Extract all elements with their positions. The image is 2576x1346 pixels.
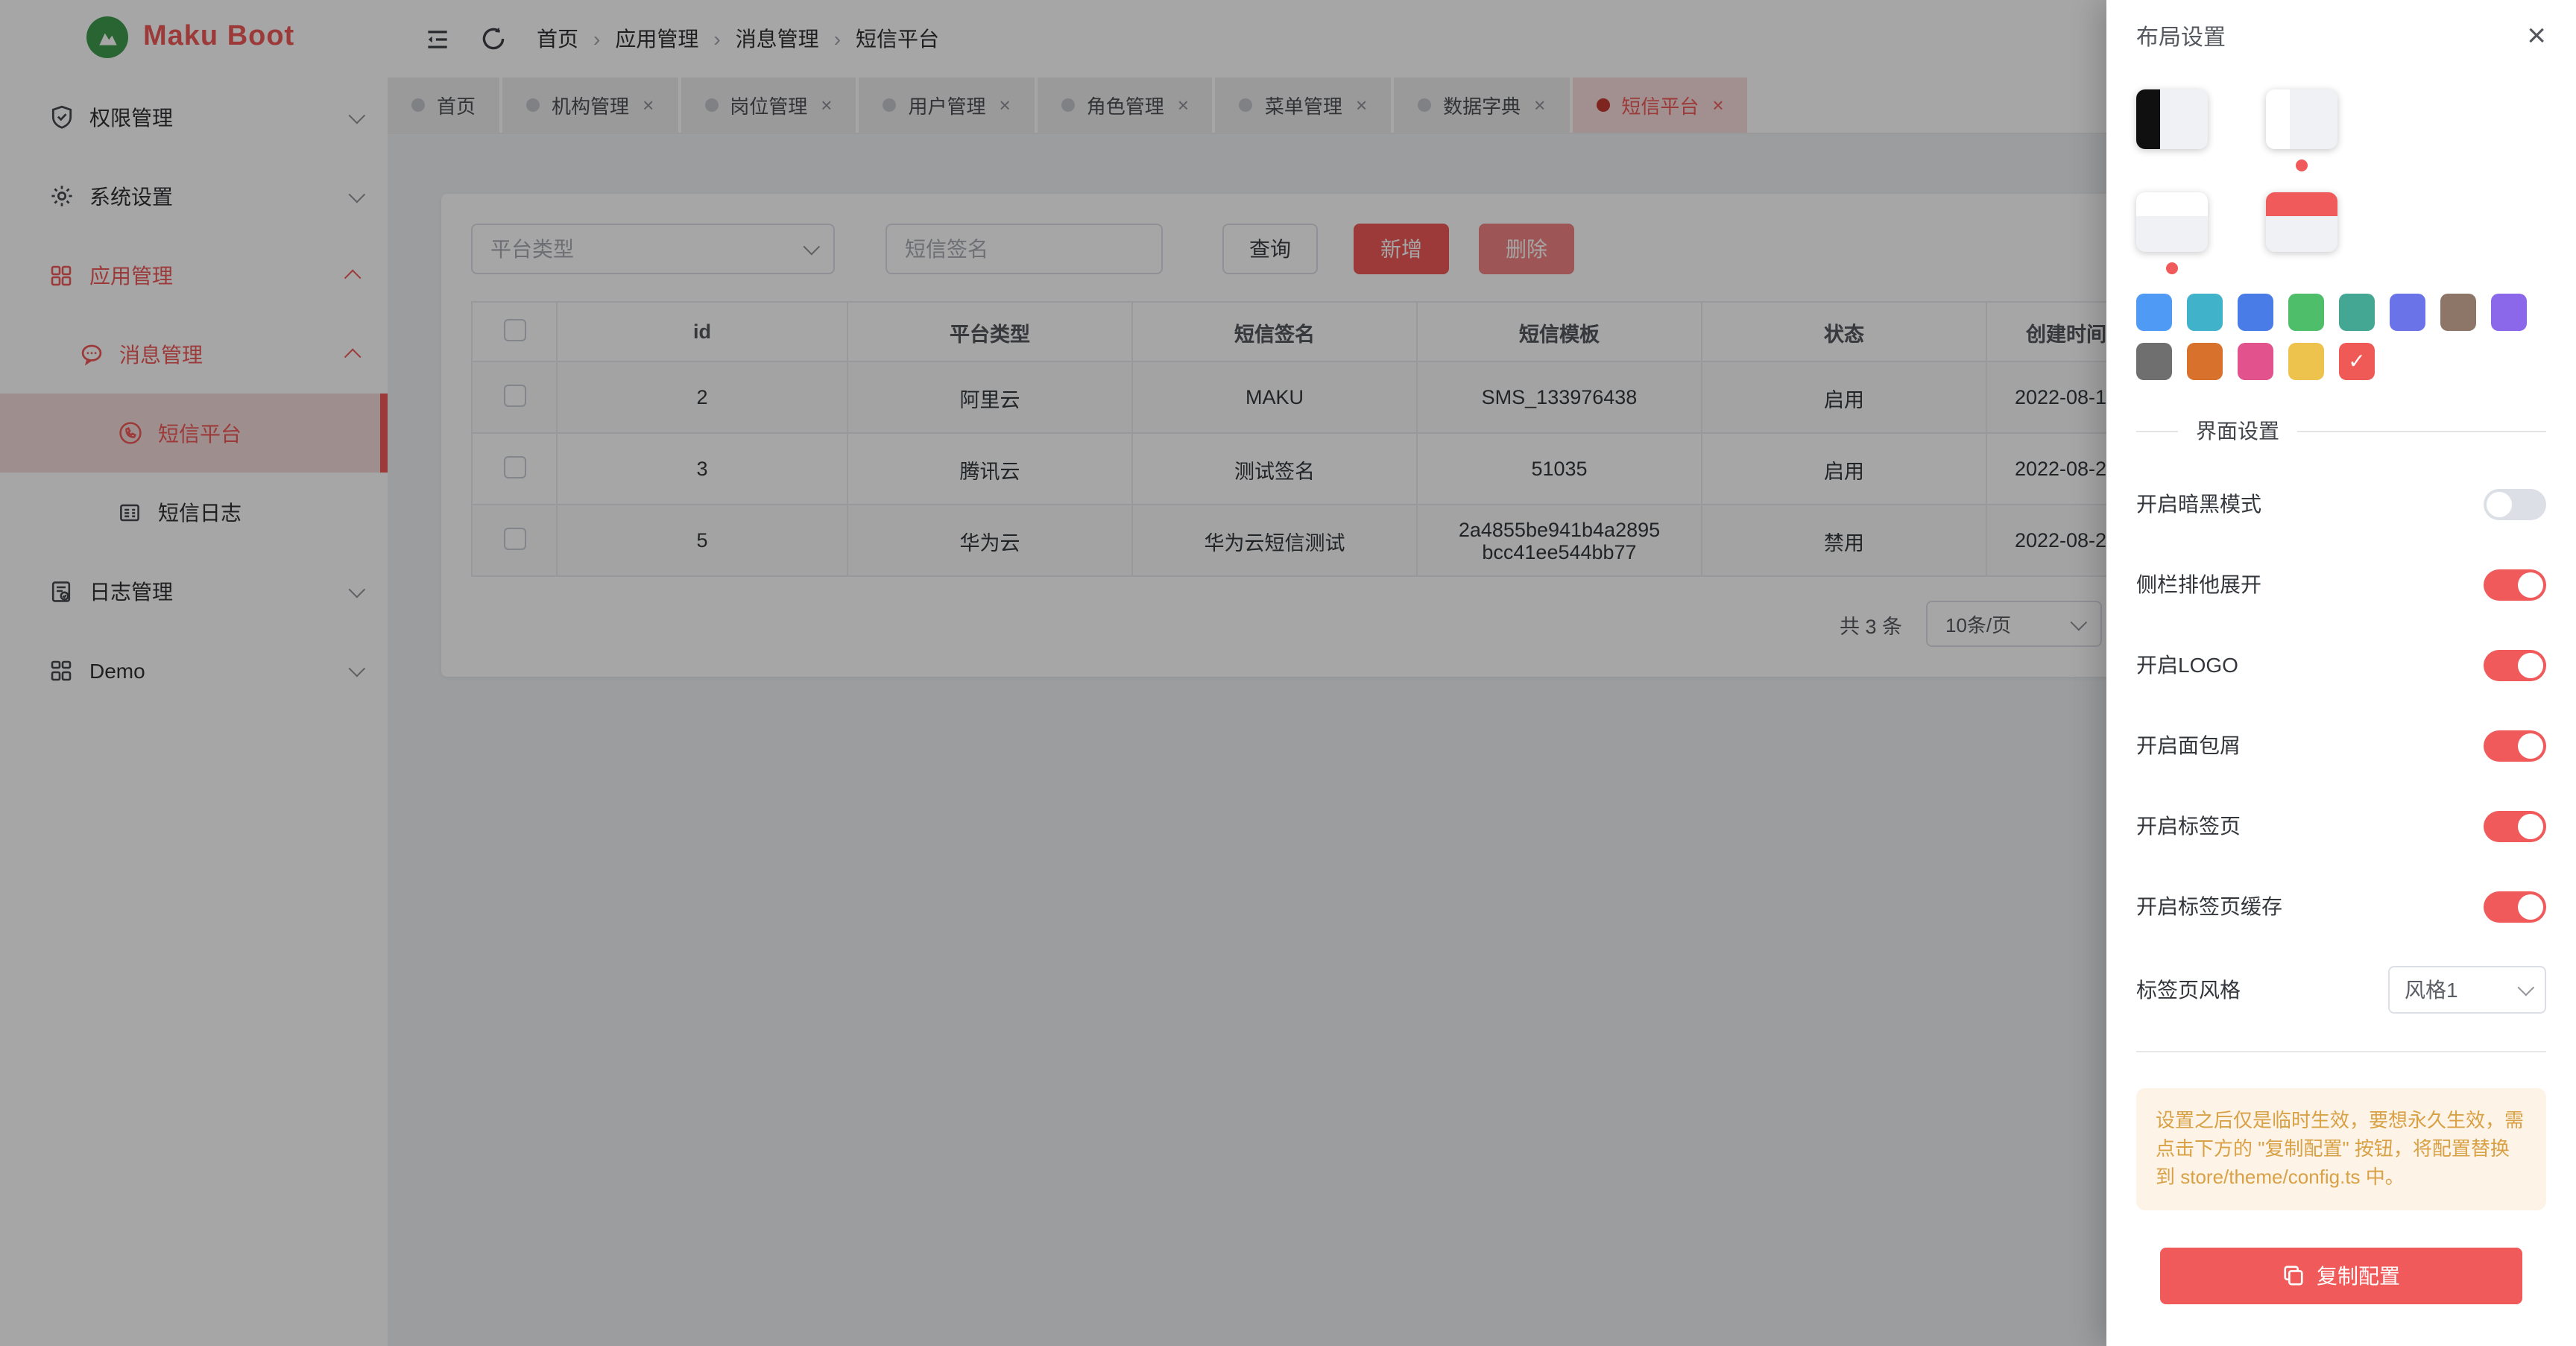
dark-sidebar-preview xyxy=(2136,89,2161,149)
setting-breadcrumb: 开启面包屑 xyxy=(2136,705,2546,786)
dark-mode-toggle[interactable] xyxy=(2484,488,2546,519)
check-icon: ✓ xyxy=(2348,349,2365,374)
tabs-toggle[interactable] xyxy=(2484,810,2546,841)
theme-color-swatch[interactable] xyxy=(2440,294,2476,331)
tab-style-select[interactable]: 风格1 xyxy=(2388,966,2546,1014)
selection-dot xyxy=(2296,159,2308,171)
theme-color-swatch[interactable] xyxy=(2136,294,2172,331)
tabs-cache-toggle[interactable] xyxy=(2484,891,2546,922)
section-title: 界面设置 xyxy=(2196,416,2279,446)
logo-toggle[interactable] xyxy=(2484,649,2546,680)
breadcrumb-toggle[interactable] xyxy=(2484,730,2546,761)
copy-config-button[interactable]: 复制配置 xyxy=(2160,1247,2522,1304)
settings-rows: 开启暗黑模式 侧栏排他展开 开启LOGO 开启面包屑 开启标签页 xyxy=(2136,464,2546,1033)
theme-color-swatch[interactable] xyxy=(2491,294,2527,331)
theme-color-palette: ✓ xyxy=(2136,294,2546,380)
sidebar-accordion-toggle[interactable] xyxy=(2484,569,2546,600)
theme-color-swatch[interactable] xyxy=(2187,343,2223,380)
chevron-down-icon xyxy=(2518,979,2535,996)
theme-color-swatch[interactable] xyxy=(2136,343,2172,380)
selection-dot xyxy=(2296,262,2308,274)
theme-color-swatch[interactable] xyxy=(2288,343,2324,380)
drawer-title: 布局设置 xyxy=(2136,20,2226,51)
layout-option-light-sidebar[interactable] xyxy=(2266,89,2337,171)
theme-color-swatch[interactable] xyxy=(2390,294,2425,331)
setting-dark-mode: 开启暗黑模式 xyxy=(2136,464,2546,544)
theme-color-swatch[interactable] xyxy=(2339,294,2375,331)
drawer-header: 布局设置 × xyxy=(2106,0,2576,72)
theme-color-swatch[interactable] xyxy=(2288,294,2324,331)
light-sidebar-preview xyxy=(2266,89,2291,149)
setting-label: 标签页风格 xyxy=(2136,975,2241,1005)
tab-style-value: 风格1 xyxy=(2405,975,2458,1005)
theme-color-swatch[interactable] xyxy=(2238,343,2273,380)
primary-header-preview xyxy=(2266,192,2337,216)
layout-option-dark-sidebar[interactable] xyxy=(2136,89,2208,171)
setting-label: 开启LOGO xyxy=(2136,650,2238,680)
selection-dot xyxy=(2166,159,2178,171)
drawer-body: ✓ 界面设置 开启暗黑模式 侧栏排他展开 开启LOGO xyxy=(2106,72,2576,1304)
copy-config-label: 复制配置 xyxy=(2317,1260,2400,1290)
setting-tab-style: 标签页风格 风格1 xyxy=(2136,947,2546,1033)
setting-label: 开启标签页缓存 xyxy=(2136,891,2282,921)
theme-color-swatch[interactable] xyxy=(2187,294,2223,331)
theme-color-swatch[interactable] xyxy=(2238,294,2273,331)
layout-mode-options xyxy=(2136,89,2546,274)
settings-notice: 设置之后仅是临时生效，要想永久生效，需点击下方的 "复制配置" 按钮，将配置替换… xyxy=(2136,1088,2546,1210)
selection-dot xyxy=(2166,262,2178,274)
setting-tabs: 开启标签页 xyxy=(2136,786,2546,866)
app-root: Maku Boot 权限管理 系统设置 应用管理 xyxy=(0,0,2576,1346)
setting-tabs-cache: 开启标签页缓存 xyxy=(2136,866,2546,947)
divider xyxy=(2136,1051,2546,1052)
layout-settings-drawer: 布局设置 × xyxy=(2106,0,2576,1346)
close-icon[interactable]: × xyxy=(2527,19,2546,52)
layout-option-light-header[interactable] xyxy=(2136,192,2208,274)
setting-label: 开启标签页 xyxy=(2136,811,2241,841)
light-header-preview xyxy=(2136,192,2208,216)
theme-color-swatch-selected[interactable]: ✓ xyxy=(2339,343,2375,380)
setting-label: 侧栏排他展开 xyxy=(2136,569,2261,599)
setting-sidebar-accordion: 侧栏排他展开 xyxy=(2136,544,2546,625)
copy-icon xyxy=(2282,1264,2305,1286)
setting-logo: 开启LOGO xyxy=(2136,625,2546,705)
setting-label: 开启暗黑模式 xyxy=(2136,489,2261,519)
interface-settings-section: 界面设置 xyxy=(2136,416,2546,446)
setting-label: 开启面包屑 xyxy=(2136,730,2241,760)
layout-option-primary-header[interactable] xyxy=(2266,192,2337,274)
